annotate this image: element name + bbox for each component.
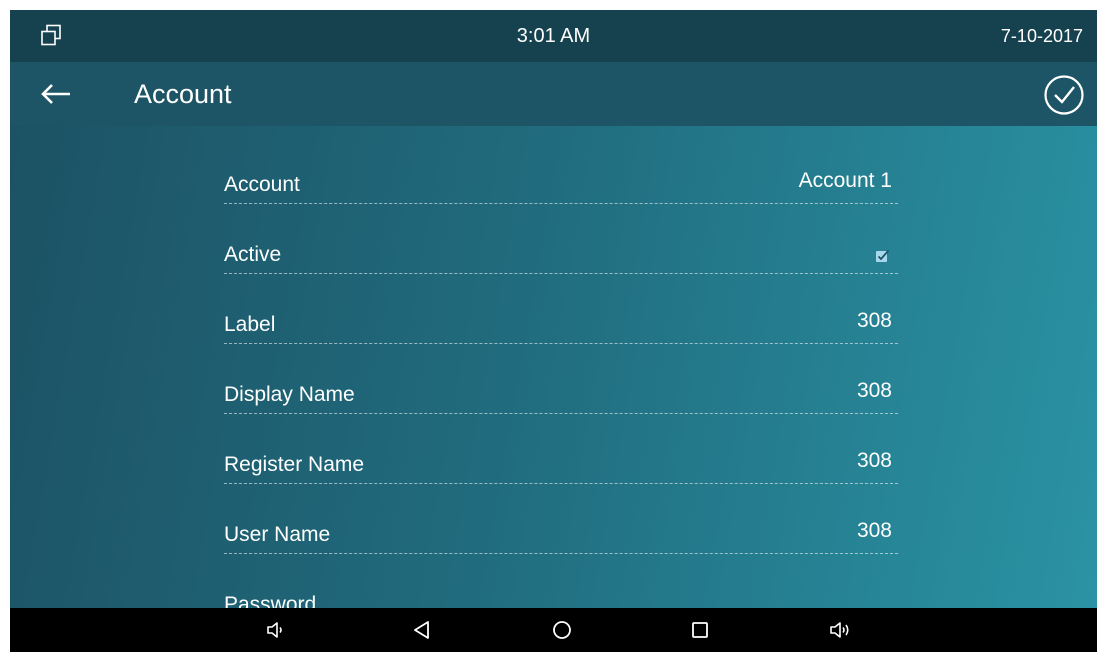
setting-row-active[interactable]: Active (224, 233, 898, 274)
setting-row-register-name[interactable]: Register Name 308 (224, 443, 898, 484)
status-time: 3:01 AM (516, 25, 591, 47)
title-bar: Account (10, 62, 1097, 126)
navigation-bar (10, 608, 1097, 652)
back-triangle-icon (414, 621, 429, 639)
status-date: 7-10-2017 (1000, 26, 1083, 46)
active-checkbox[interactable] (876, 249, 890, 263)
check-circle-icon (1044, 75, 1084, 115)
confirm-button[interactable] (1043, 74, 1085, 116)
setting-row-password[interactable]: Password (224, 583, 898, 608)
setting-value: 308 (856, 379, 892, 402)
back-nav-button[interactable] (410, 618, 434, 642)
setting-label: User Name (224, 523, 331, 546)
page-title: Account (134, 79, 232, 109)
recents-nav-button[interactable] (688, 618, 712, 642)
setting-label: Password (224, 593, 317, 608)
setting-value: 308 (856, 309, 892, 332)
setting-value: 308 (856, 519, 892, 542)
recents-square-icon (692, 622, 708, 638)
setting-value: Account 1 (798, 169, 892, 192)
setting-label: Register Name (224, 453, 365, 476)
back-button[interactable] (36, 78, 76, 110)
setting-label: Label (224, 313, 276, 336)
setting-label: Display Name (224, 383, 355, 406)
setting-row-label[interactable]: Label 308 (224, 303, 898, 344)
volume-down-icon (267, 622, 282, 638)
setting-row-display-name[interactable]: Display Name 308 (224, 373, 898, 414)
device-screen: 3:01 AM 7-10-2017 Account Account Accoun… (10, 10, 1097, 652)
setting-label: Account (224, 173, 300, 196)
volume-up-button[interactable] (828, 618, 852, 642)
volume-down-button[interactable] (264, 618, 288, 642)
setting-value: 308 (856, 449, 892, 472)
home-nav-button[interactable] (550, 618, 574, 642)
volume-up-icon (830, 622, 849, 638)
home-circle-icon (553, 621, 571, 639)
settings-list[interactable]: Account Account 1 Active Label 308 Displ… (10, 126, 1097, 608)
setting-row-user-name[interactable]: User Name 308 (224, 513, 898, 554)
setting-label: Active (224, 243, 282, 266)
status-bar: 3:01 AM 7-10-2017 (10, 10, 1097, 62)
setting-row-account[interactable]: Account Account 1 (224, 163, 898, 204)
arrow-left-icon (41, 84, 70, 104)
